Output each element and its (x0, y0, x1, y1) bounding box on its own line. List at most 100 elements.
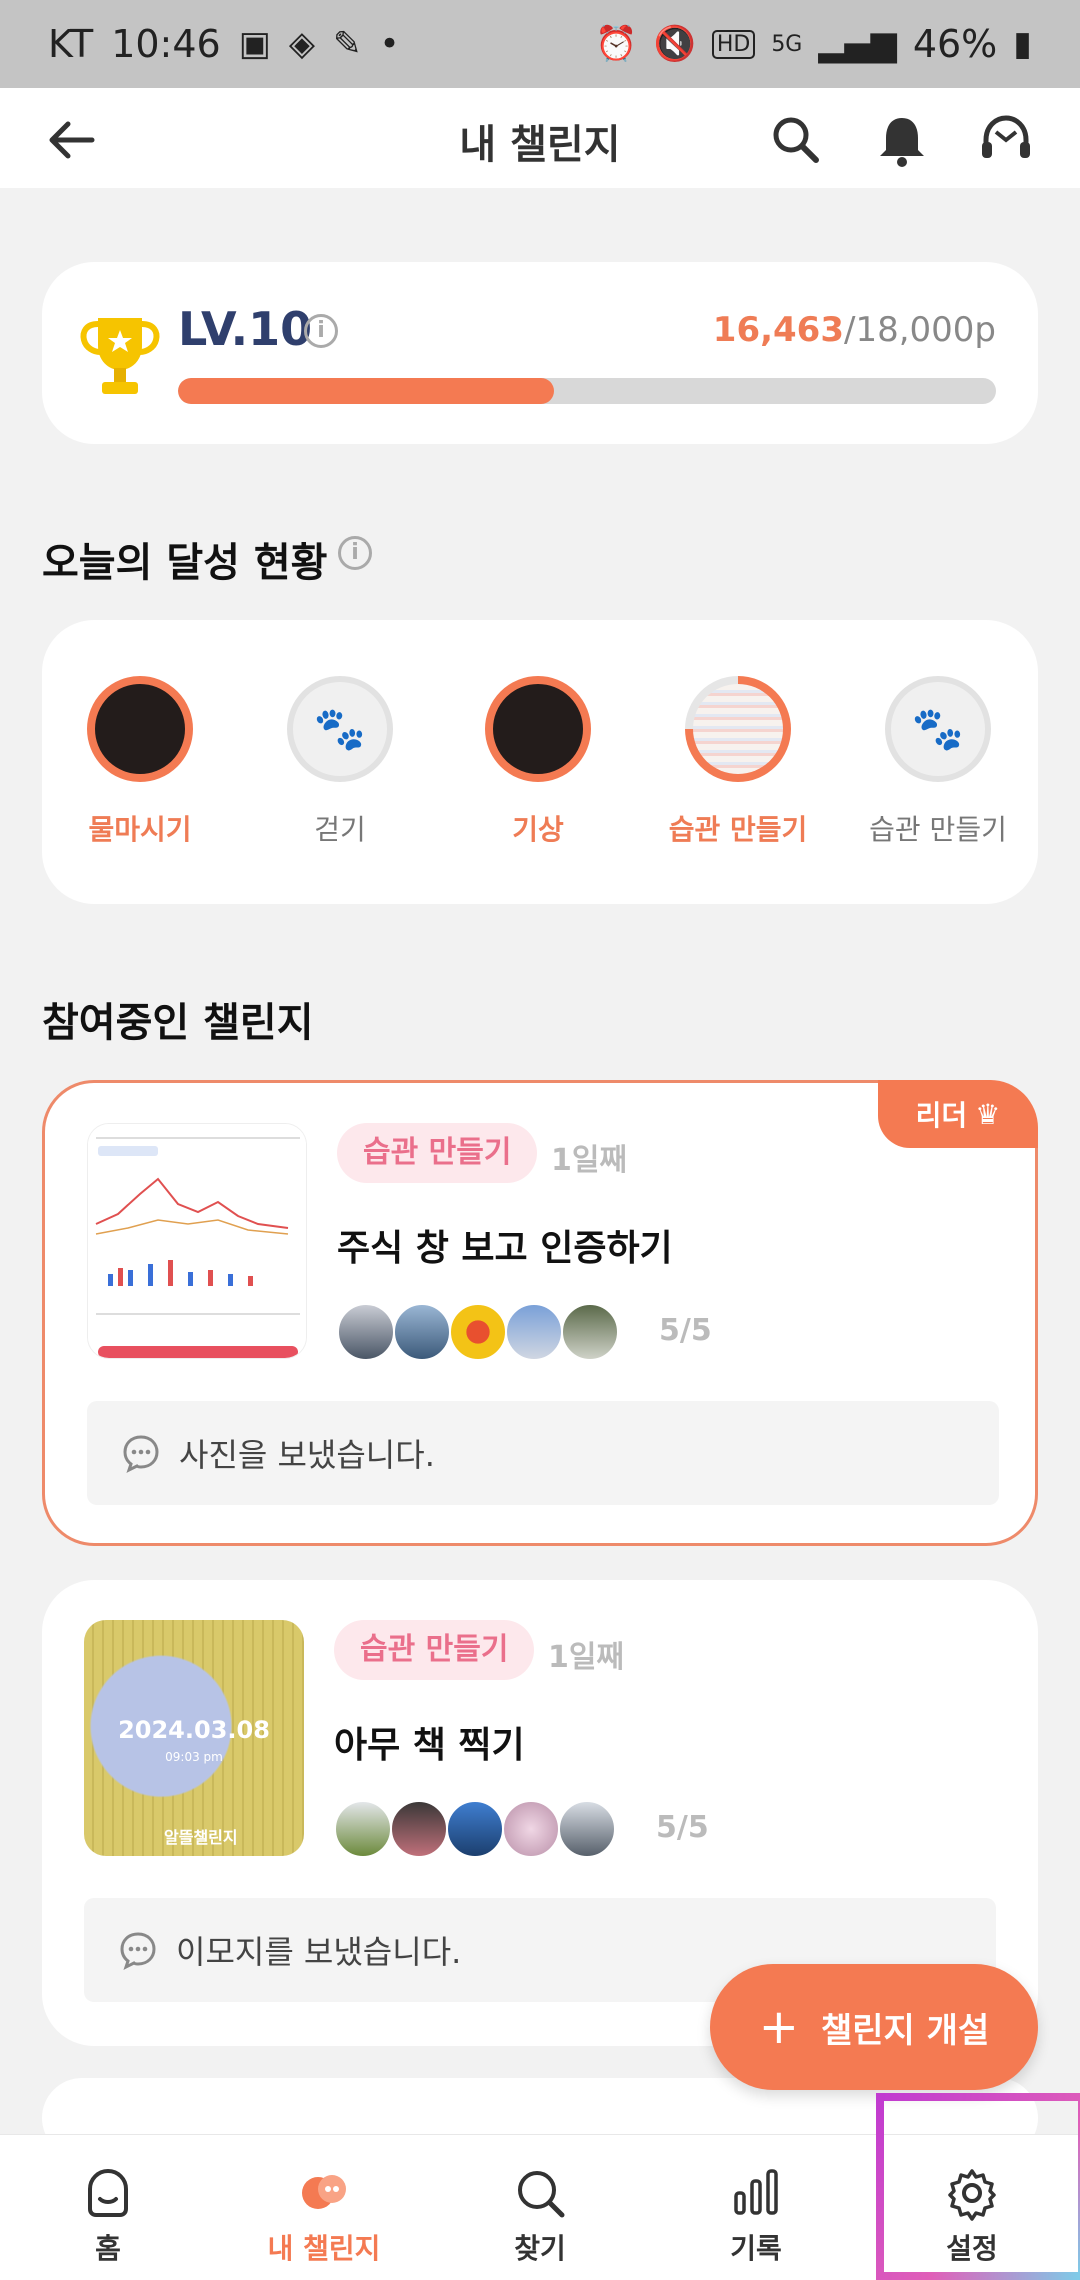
avatar (334, 1800, 392, 1858)
leader-badge: 리더 ♛ (878, 1080, 1038, 1148)
habit-item[interactable]: 🐾 습관 만들기 (858, 676, 1018, 848)
level-label: LV.10 (178, 302, 313, 356)
level-card[interactable]: LV.10 i 16,463/18,000p (42, 262, 1038, 444)
today-status-card: 물마시기 🐾 걷기 기상 습관 만들기 🐾 습관 만들기 (42, 620, 1038, 904)
trophy-icon (80, 318, 160, 394)
avatar (337, 1303, 395, 1361)
avatar (393, 1303, 451, 1361)
plus-icon: + (758, 1999, 799, 2055)
participant-avatars (337, 1303, 619, 1361)
nav-label: 홈 (95, 2232, 121, 2265)
create-challenge-button[interactable]: + 챌린지 개설 (710, 1964, 1038, 2090)
avatar (446, 1800, 504, 1858)
participant-avatars (334, 1800, 616, 1858)
today-info-icon[interactable]: i (338, 536, 372, 570)
avatar (390, 1800, 448, 1858)
participating-section-title: 참여중인 챌린지 (42, 1000, 314, 1046)
stock-chart-thumbnail-icon (88, 1124, 306, 1358)
challenge-thumbnail: 2024.03.08 09:03 pm 알뜰챌린지 (84, 1620, 304, 1856)
mute-icon: 🔇 (653, 24, 696, 64)
habit-label: 습관 만들기 (668, 813, 808, 846)
bell-icon[interactable] (872, 110, 932, 170)
challenge-tag: 습관 만들기 (337, 1123, 538, 1183)
clock: 10:46 (111, 22, 221, 66)
habit-status-circle: 🐾 (287, 676, 393, 782)
habit-status-circle (685, 676, 791, 782)
bottom-nav: 홈 내 챌린지 찾기 기록 설정 (0, 2093, 1080, 2280)
nav-label: 내 챌린지 (267, 2232, 381, 2265)
image-notification-icon: ▣ (238, 24, 271, 64)
alarm-icon: ⏰ (595, 24, 638, 64)
thumbnail-time: 09:03 pm (165, 1750, 223, 1764)
pill-notification-icon: ◈ (288, 24, 315, 64)
chat-bubble-icon (123, 1435, 159, 1473)
status-bar: KT 10:46 ▣ ◈ ✎ • ⏰ 🔇 HD 5G ▂▄▆ 46% ▮ (0, 0, 1080, 88)
habit-item[interactable]: 물마시기 (60, 676, 220, 848)
nav-item-my-challenge[interactable]: 내 챌린지 (216, 2135, 432, 2280)
search-icon[interactable] (766, 110, 826, 170)
nav-item-record[interactable]: 기록 (648, 2135, 864, 2280)
current-points: 16,463 (712, 310, 844, 350)
search-icon (518, 2171, 565, 2218)
avatar (502, 1800, 560, 1858)
create-challenge-label: 챌린지 개설 (820, 2010, 990, 2051)
level-info-icon[interactable]: i (304, 314, 338, 348)
avatar (505, 1303, 563, 1361)
nav-label: 찾기 (514, 2232, 566, 2265)
leader-badge-label: 리더 (915, 1099, 968, 1132)
today-title: 오늘의 달성 현황 (42, 540, 328, 586)
app-notification-icon: ✎ (332, 24, 362, 64)
participant-count: 5/5 (656, 1810, 709, 1845)
battery-percent: 46% (912, 22, 998, 66)
last-message-text: 사진을 보냈습니다. (179, 1436, 435, 1474)
habit-item[interactable]: 습관 만들기 (658, 676, 818, 848)
paw-icon: 🐾 (911, 704, 965, 753)
nav-label: 기록 (730, 2232, 782, 2265)
habit-status-circle (485, 676, 591, 782)
challenge-day: 1일째 (551, 1143, 628, 1178)
avatar (561, 1303, 619, 1361)
habit-status-circle: 🐾 (885, 676, 991, 782)
thumbnail-brand: 알뜰챌린지 (164, 1828, 238, 1847)
challenge-title: 주식 창 보고 인증하기 (337, 1228, 673, 1269)
nav-item-home[interactable]: 홈 (0, 2135, 216, 2280)
nav-item-settings[interactable]: 설정 (864, 2093, 1080, 2280)
chat-bubble-icon (120, 1932, 156, 1970)
max-points: /18,000p (843, 310, 996, 350)
today-section-title: 오늘의 달성 현황 (42, 530, 327, 588)
signal-icon: ▂▄▆ (818, 24, 897, 64)
bar-chart-icon (734, 2169, 778, 2215)
habit-label: 기상 (512, 813, 564, 846)
more-notifications-icon: • (379, 24, 400, 64)
home-face-icon (88, 2168, 128, 2217)
nav-label: 설정 (946, 2232, 998, 2265)
challenge-day: 1일째 (548, 1640, 625, 1675)
habit-status-circle (87, 676, 193, 782)
crown-icon: ♛ (975, 1097, 1001, 1131)
level-progress-fill (178, 378, 555, 404)
support-headset-icon[interactable] (976, 110, 1036, 170)
back-arrow-icon[interactable] (44, 112, 100, 168)
network-icon: 5G (771, 31, 803, 57)
challenge-tag: 습관 만들기 (334, 1620, 535, 1680)
habit-label: 습관 만들기 (869, 813, 1007, 846)
challenge-title: 아무 책 찍기 (334, 1725, 525, 1766)
challenge-card[interactable]: 리더 ♛ 습관 만들기 1일째 주식 창 보고 인증하기 5/5 사진을 보냈습… (42, 1080, 1038, 1546)
nav-item-find[interactable]: 찾기 (432, 2135, 648, 2280)
points-display: 16,463/18,000p (713, 310, 996, 350)
avatar (558, 1800, 616, 1858)
habit-label: 걷기 (314, 813, 366, 846)
chat-bubbles-icon (302, 2175, 346, 2209)
app-header: 내 챌린지 (0, 88, 1080, 188)
thumbnail-date: 2024.03.08 (118, 1716, 270, 1744)
challenge-thumbnail (87, 1123, 307, 1359)
gear-icon (948, 2169, 996, 2221)
hd-icon: HD (711, 29, 756, 59)
avatar (449, 1303, 507, 1361)
last-message[interactable]: 사진을 보냈습니다. (87, 1401, 999, 1505)
paw-icon: 🐾 (313, 704, 367, 753)
participant-count: 5/5 (659, 1313, 712, 1348)
habit-label: 물마시기 (88, 813, 192, 846)
habit-item[interactable]: 🐾 걷기 (260, 676, 420, 848)
habit-item[interactable]: 기상 (458, 676, 618, 848)
